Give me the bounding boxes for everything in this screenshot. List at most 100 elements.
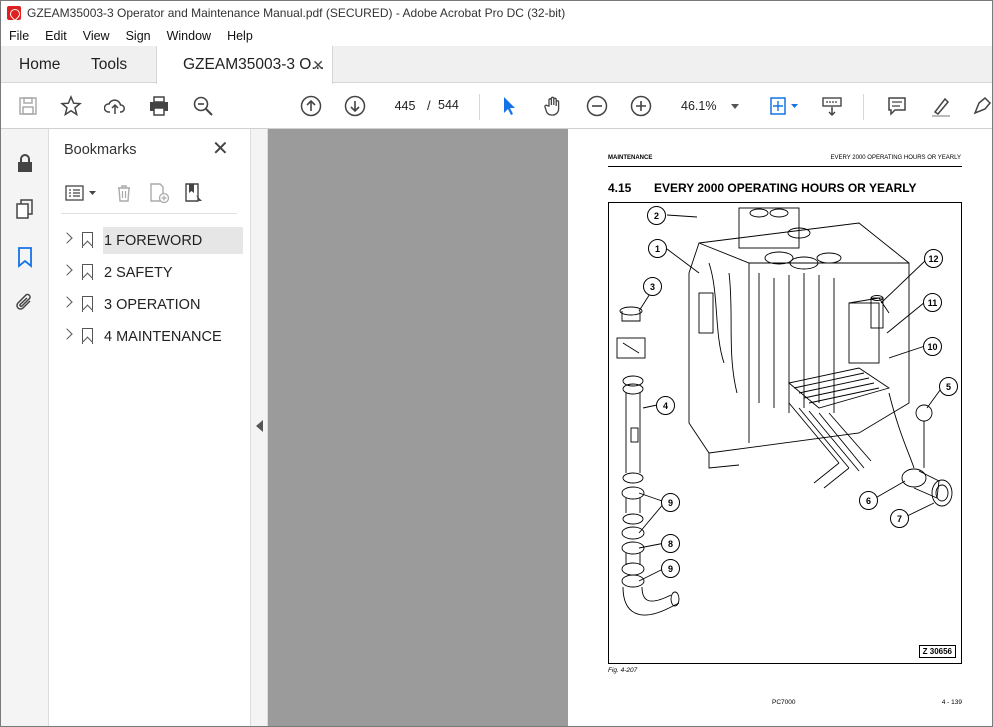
page-footer-number: 4 - 139 (941, 699, 962, 706)
callout-9-lower: 9 (661, 559, 680, 578)
bookmark-item-operation[interactable]: 3 OPERATION (49, 289, 249, 321)
acrobat-window: GZEAM35003-3 Operator and Maintenance Ma… (0, 0, 993, 727)
tab-bar: Home Tools GZEAM35003-3 O... ✕ (1, 46, 992, 84)
panel-collapse-handle[interactable] (251, 129, 268, 726)
save-icon[interactable] (16, 94, 40, 118)
new-bookmark-icon[interactable] (147, 182, 171, 204)
total-pages: 544 (438, 98, 459, 112)
chevron-down-icon (731, 104, 739, 109)
callout-6: 6 (859, 491, 878, 510)
toolbar-divider (479, 94, 480, 120)
menu-bar: File Edit View Sign Window Help (1, 25, 992, 46)
bookmark-list: 1 FOREWORD 2 SAFETY 3 OPERATION 4 MAINTE… (49, 225, 249, 353)
callout-9-upper: 9 (661, 493, 680, 512)
bookmark-label[interactable]: 2 SAFETY (104, 259, 181, 286)
bookmark-options-icon[interactable] (64, 182, 98, 204)
menu-sign[interactable]: Sign (118, 29, 159, 43)
callout-2: 2 (647, 206, 666, 225)
comment-icon[interactable] (885, 94, 909, 118)
chevron-right-icon[interactable] (61, 328, 73, 340)
bookmarks-toolbar (61, 178, 237, 214)
callout-10: 10 (923, 337, 942, 356)
menu-edit[interactable]: Edit (37, 29, 75, 43)
page-footer-model: PC7000 (772, 699, 796, 706)
menu-help[interactable]: Help (219, 29, 261, 43)
bookmark-label[interactable]: 4 MAINTENANCE (104, 323, 230, 350)
callout-12: 12 (924, 249, 943, 268)
menu-file[interactable]: File (1, 29, 37, 43)
select-cursor-icon[interactable] (497, 94, 521, 118)
print-icon[interactable] (147, 94, 171, 118)
zoom-dropdown[interactable]: 46.1% (673, 93, 745, 119)
callout-5: 5 (939, 377, 958, 396)
hand-tool-icon[interactable] (541, 94, 565, 118)
figure-code: Z 30656 (918, 645, 956, 658)
keyboard-scroll-icon[interactable] (820, 94, 844, 118)
bookmark-icon (82, 328, 93, 344)
page-thumbnails-icon[interactable] (13, 197, 37, 221)
bookmark-item-maintenance[interactable]: 4 MAINTENANCE (49, 321, 249, 353)
attachments-icon[interactable] (13, 291, 37, 315)
toolbar: 445 / 544 46.1% (1, 84, 992, 129)
callout-4: 4 (656, 396, 675, 415)
tab-tools[interactable]: Tools (91, 46, 127, 83)
bookmark-label[interactable]: 1 FOREWORD (103, 227, 243, 254)
menu-window[interactable]: Window (159, 29, 219, 43)
navigation-rail (1, 129, 49, 726)
bookmark-item-safety[interactable]: 2 SAFETY (49, 257, 249, 289)
menu-view[interactable]: View (75, 29, 118, 43)
bookmark-star-icon[interactable] (59, 94, 83, 118)
section-title: EVERY 2000 OPERATING HOURS OR YEARLY (654, 181, 917, 195)
collapse-left-icon[interactable] (256, 420, 263, 432)
maintenance-figure: 2 1 3 4 9 8 9 12 11 10 5 6 7 Z 30656 (608, 202, 962, 664)
draw-pen-icon[interactable] (970, 94, 992, 118)
header-rule (608, 166, 962, 167)
lock-icon[interactable] (13, 151, 37, 175)
engine-illustration (616, 207, 953, 616)
page-number-input[interactable]: 445 (388, 93, 422, 119)
callout-1: 1 (648, 239, 667, 258)
tab-home[interactable]: Home (19, 46, 60, 83)
bookmark-item-foreword[interactable]: 1 FOREWORD (49, 225, 249, 257)
highlight-pen-icon[interactable] (929, 94, 953, 118)
callout-11: 11 (923, 293, 942, 312)
toolbar-divider (863, 94, 864, 120)
callout-8: 8 (661, 534, 680, 553)
section-number: 4.15 (608, 181, 632, 195)
callout-3: 3 (643, 277, 662, 296)
figure-caption: Fig. 4-207 (608, 667, 638, 674)
zoom-in-icon[interactable] (629, 94, 653, 118)
close-panel-icon[interactable]: ✕ (212, 139, 229, 159)
pdf-page: MAINTENANCE EVERY 2000 OPERATING HOURS O… (568, 129, 992, 726)
previous-page-icon[interactable] (299, 94, 323, 118)
close-tab-icon[interactable]: ✕ (312, 57, 324, 74)
bookmark-icon (82, 264, 93, 280)
bookmark-icon (82, 232, 93, 248)
cloud-upload-icon[interactable] (103, 94, 127, 118)
bookmarks-panel: Bookmarks ✕ 1 FOREWORD 2 SAFETY 3 OPERAT… (49, 129, 251, 726)
tab-document[interactable]: GZEAM35003-3 O... ✕ (156, 46, 333, 84)
fit-page-icon[interactable] (765, 94, 801, 118)
bookmark-label[interactable]: 3 OPERATION (104, 291, 208, 318)
acrobat-logo-icon (7, 6, 21, 20)
bookmarks-panel-icon[interactable] (13, 245, 37, 269)
chevron-right-icon[interactable] (61, 232, 73, 244)
tab-document-label: GZEAM35003-3 O... (183, 56, 325, 73)
callout-7: 7 (890, 509, 909, 528)
bookmark-icon (82, 296, 93, 312)
chevron-right-icon[interactable] (61, 264, 73, 276)
page-separator: / (427, 98, 431, 113)
bookmarks-title: Bookmarks (64, 142, 137, 158)
document-viewport[interactable]: MAINTENANCE EVERY 2000 OPERATING HOURS O… (268, 129, 992, 726)
next-page-icon[interactable] (343, 94, 367, 118)
zoom-value: 46.1% (681, 99, 717, 113)
window-title: GZEAM35003-3 Operator and Maintenance Ma… (27, 6, 566, 20)
title-bar: GZEAM35003-3 Operator and Maintenance Ma… (1, 1, 992, 25)
bookmark-search-icon[interactable] (183, 182, 207, 204)
chevron-right-icon[interactable] (61, 296, 73, 308)
delete-bookmark-icon[interactable] (114, 182, 134, 204)
zoom-out-icon[interactable] (585, 94, 609, 118)
page-header-right: EVERY 2000 OPERATING HOURS OR YEARLY (830, 155, 962, 161)
page-header-left: MAINTENANCE (608, 155, 653, 161)
zoom-search-icon[interactable] (191, 94, 215, 118)
